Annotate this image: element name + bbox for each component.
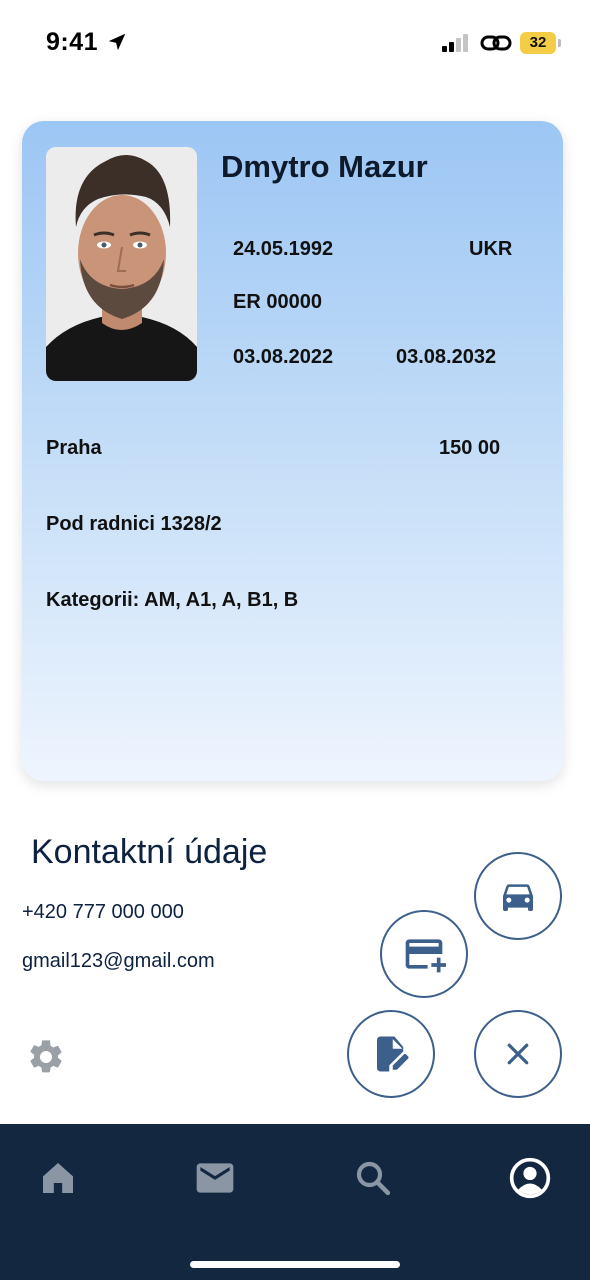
- home-indicator: [190, 1261, 400, 1268]
- close-icon: [507, 1043, 529, 1065]
- link-icon: [480, 35, 512, 51]
- home-icon: [43, 1163, 73, 1193]
- profile-photo: [46, 147, 197, 381]
- nav-messages[interactable]: [192, 1155, 238, 1201]
- cellular-signal-icon: [442, 34, 468, 52]
- status-time: 9:41: [46, 28, 99, 56]
- status-bar: 9:41 32: [0, 0, 590, 90]
- mail-icon: [196, 1163, 234, 1193]
- expiry-date: 03.08.2032: [396, 346, 497, 368]
- nav-home[interactable]: [35, 1155, 81, 1201]
- contact-section-title: Kontaktní údaje: [31, 833, 268, 871]
- edit-document-icon: [377, 1036, 409, 1072]
- search-icon: [356, 1161, 391, 1196]
- nav-search[interactable]: [350, 1155, 396, 1201]
- nav-profile[interactable]: [507, 1155, 553, 1201]
- add-card-button[interactable]: [380, 910, 468, 998]
- document-number: ER 00000: [233, 291, 322, 313]
- location-arrow-icon: [108, 33, 126, 51]
- issue-date: 03.08.2022: [233, 346, 334, 368]
- close-button[interactable]: [474, 1010, 562, 1098]
- contact-email[interactable]: gmail123@gmail.com: [22, 950, 215, 973]
- contact-phone[interactable]: +420 777 000 000: [22, 901, 184, 924]
- driver-license-card[interactable]: Dmytro Mazur 24.05.1992 UKR ER 00000 03.…: [22, 121, 563, 781]
- gear-icon[interactable]: [26, 1037, 66, 1077]
- birth-date: 24.05.1992: [233, 238, 334, 260]
- bottom-navigation-bar: [0, 1124, 590, 1280]
- profile-icon: [509, 1157, 551, 1199]
- vehicle-button[interactable]: [474, 852, 562, 940]
- car-icon: [503, 884, 533, 911]
- edit-document-button[interactable]: [347, 1010, 435, 1098]
- battery-tip: [558, 39, 561, 47]
- license-categories: Kategorii: AM, A1, A, B1, B: [46, 589, 299, 611]
- add-card-icon: [405, 939, 446, 973]
- address-city: Praha: [46, 437, 102, 459]
- portrait-image: [46, 147, 197, 381]
- address-street: Pod radnici 1328/2: [46, 513, 222, 535]
- postal-code: 150 00: [439, 437, 501, 459]
- battery-level: 32: [520, 32, 556, 54]
- holder-name: Dmytro Mazur: [221, 149, 428, 184]
- battery-indicator: 32: [520, 32, 562, 54]
- nationality: UKR: [469, 238, 513, 260]
